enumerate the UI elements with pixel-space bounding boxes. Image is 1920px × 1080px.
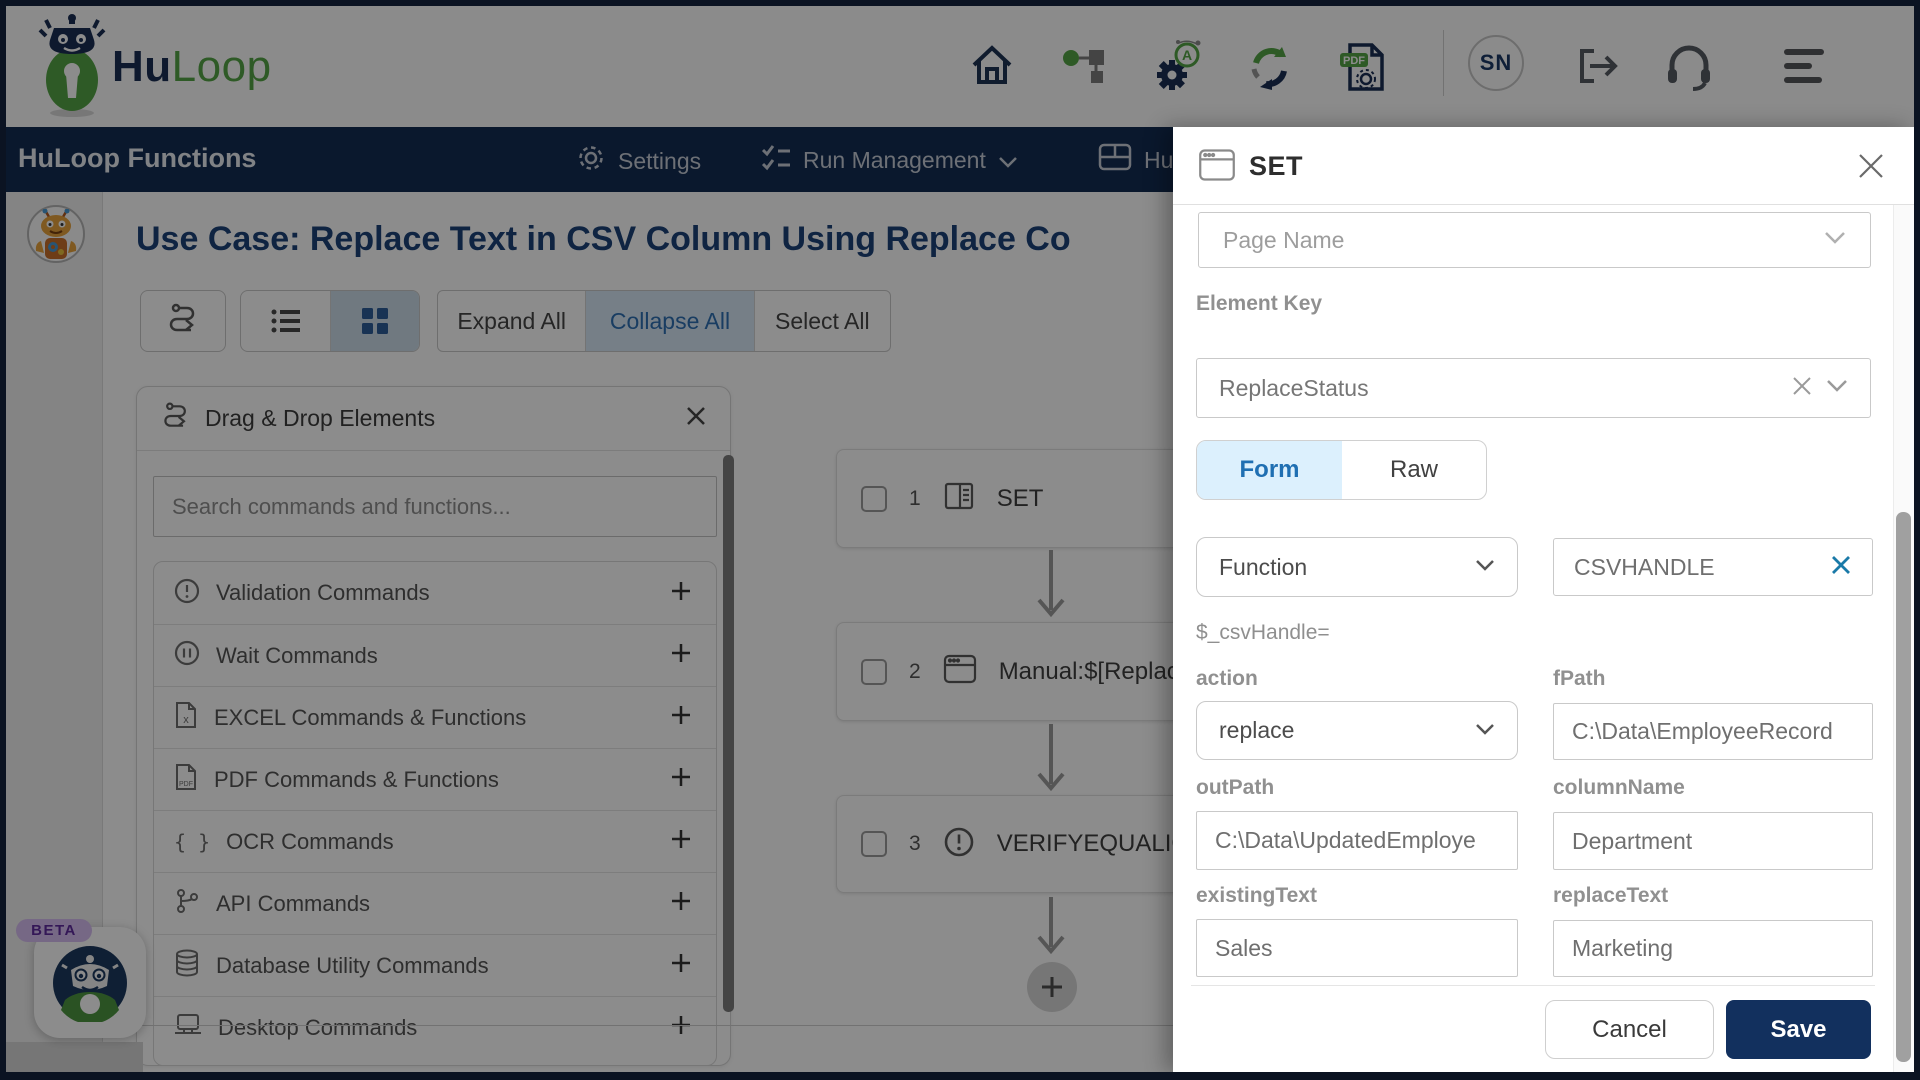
chevron-down-icon	[1475, 722, 1495, 740]
tab-form[interactable]: Form	[1197, 441, 1342, 499]
handle-expression: $_csvHandle=	[1196, 621, 1330, 644]
set-panel-scrollbar-thumb[interactable]	[1896, 512, 1911, 1062]
columnname-input[interactable]	[1553, 812, 1873, 870]
existingtext-input[interactable]	[1196, 919, 1518, 977]
browser-window-icon	[1198, 148, 1236, 187]
element-key-label: Element Key	[1196, 292, 1323, 315]
chevron-down-icon	[1475, 558, 1495, 576]
panel-footer-divider	[1191, 985, 1875, 986]
set-panel-header: SET	[1173, 127, 1914, 205]
close-icon[interactable]	[1857, 152, 1885, 185]
huloop-app-window: HuLoop A PDF SN HuLoop Functions Setting…	[0, 0, 1920, 1080]
outpath-label: outPath	[1196, 776, 1275, 799]
element-key-select[interactable]: ReplaceStatus	[1196, 358, 1871, 418]
chevron-down-icon	[1826, 379, 1848, 397]
set-panel-title: SET	[1249, 151, 1304, 181]
chevron-down-icon	[1824, 231, 1846, 249]
action-label: action	[1196, 667, 1258, 690]
form-raw-tabs: Form Raw	[1196, 440, 1487, 500]
action-select[interactable]: replace	[1196, 701, 1518, 760]
window-border-bottom	[0, 1072, 1920, 1080]
replacetext-label: replaceText	[1553, 884, 1669, 907]
window-border-top	[0, 0, 1920, 6]
fpath-input[interactable]	[1553, 703, 1873, 760]
outpath-input[interactable]	[1196, 811, 1518, 870]
tab-raw[interactable]: Raw	[1342, 441, 1486, 499]
columnname-label: columnName	[1553, 776, 1685, 799]
function-select[interactable]: Function	[1196, 537, 1518, 597]
function-value-field[interactable]: CSVHANDLE	[1553, 538, 1873, 596]
page-name-select[interactable]: Page Name	[1198, 212, 1871, 268]
set-command-panel: SET Page Name Element Key ReplaceStatus …	[1173, 127, 1914, 1072]
cancel-button[interactable]: Cancel	[1545, 1000, 1714, 1059]
clear-icon[interactable]	[1830, 554, 1852, 581]
replacetext-input[interactable]	[1553, 920, 1873, 977]
window-border-right	[1914, 0, 1920, 1080]
window-border-left	[0, 0, 6, 1080]
fpath-label: fPath	[1553, 667, 1606, 690]
save-button[interactable]: Save	[1726, 1000, 1871, 1059]
clear-icon[interactable]	[1792, 376, 1812, 401]
existingtext-label: existingText	[1196, 884, 1317, 907]
